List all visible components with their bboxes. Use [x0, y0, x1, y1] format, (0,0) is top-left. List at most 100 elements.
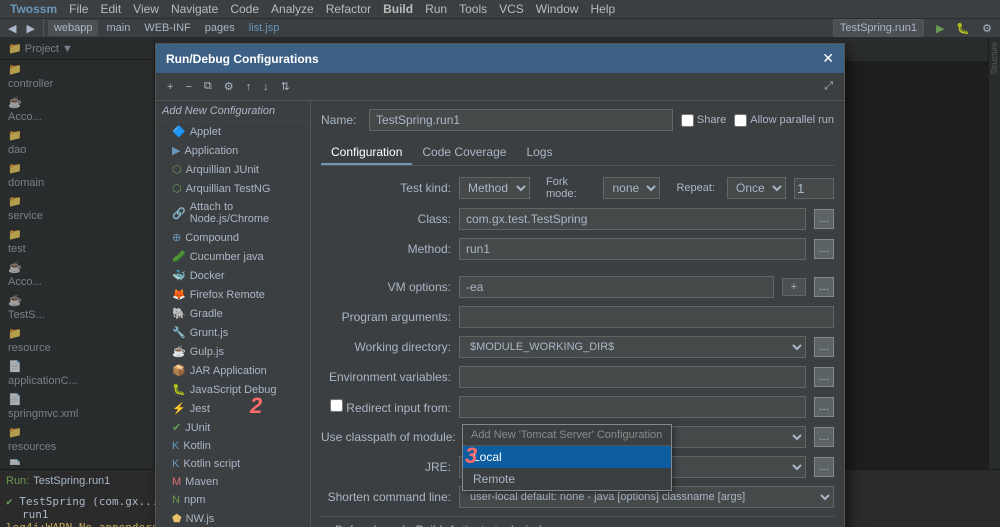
menu-edit[interactable]: Edit: [94, 0, 127, 18]
test-spring-item[interactable]: TestSpring (com.gx...: [19, 495, 158, 508]
config-gruntjs[interactable]: 🔧Grunt.js: [156, 323, 310, 342]
redirect-checkbox[interactable]: [330, 399, 343, 412]
config-junit[interactable]: ✔JUnit: [156, 418, 310, 437]
config-npm[interactable]: Nnpm: [156, 491, 310, 509]
name-input[interactable]: [369, 109, 673, 131]
config-docker[interactable]: 🐳Docker: [156, 266, 310, 285]
menu-help[interactable]: Help: [584, 0, 621, 18]
menu-view[interactable]: View: [127, 0, 165, 18]
add-config-button[interactable]: +: [162, 78, 178, 96]
back-button[interactable]: ◀: [4, 20, 20, 37]
config-cucumber[interactable]: 🥒Cucumber java: [156, 247, 310, 266]
config-attach-node[interactable]: 🔗Attach to Node.js/Chrome: [156, 198, 310, 228]
name-label: Name:: [321, 113, 361, 127]
menu-code[interactable]: Code: [224, 0, 265, 18]
arrow-down-button[interactable]: ↓: [258, 78, 274, 96]
tomcat-remote-option[interactable]: Remote: [463, 468, 671, 490]
arrow-up-button[interactable]: ↑: [241, 78, 257, 96]
fork-mode-select[interactable]: none: [603, 177, 660, 199]
menu-build[interactable]: Build: [377, 0, 419, 18]
menu-refactor[interactable]: Refactor: [320, 0, 377, 18]
modal-overlay: Run/Debug Configurations ✕ + − ⧉ ⚙ ↑ ↓ ⇅…: [0, 38, 1000, 469]
tab-pages[interactable]: pages: [199, 20, 241, 36]
menu-run[interactable]: Run: [419, 0, 453, 18]
class-label: Class:: [321, 212, 451, 226]
class-browse-button[interactable]: …: [814, 209, 834, 229]
classpath-browse[interactable]: …: [814, 427, 834, 447]
tomcat-submenu-header: Add New 'Tomcat Server' Configuration: [463, 425, 671, 446]
shorten-label: Shorten command line:: [321, 490, 451, 504]
config-applet[interactable]: 🔷Applet: [156, 122, 310, 141]
class-row: Class: …: [321, 208, 834, 230]
repeat-label: Repeat:: [676, 182, 715, 194]
debug-button[interactable]: 🐛: [952, 20, 974, 37]
config-js-debug[interactable]: 🐛JavaScript Debug: [156, 380, 310, 399]
config-jar[interactable]: 📦JAR Application: [156, 361, 310, 380]
config-jest[interactable]: ⚡Jest: [156, 399, 310, 418]
parallel-label: Allow parallel run: [734, 114, 834, 127]
remove-config-button[interactable]: −: [180, 78, 196, 96]
config-list: Add New Configuration 🔷Applet ▶Applicati…: [156, 101, 311, 527]
redirect-browse[interactable]: …: [814, 397, 834, 417]
tab-main[interactable]: main: [100, 20, 136, 36]
method-input[interactable]: [459, 238, 806, 260]
config-kotlin[interactable]: KKotlin: [156, 437, 310, 455]
redirect-input[interactable]: [459, 396, 806, 418]
settings-config-button[interactable]: ⚙: [219, 77, 239, 96]
repeat-select[interactable]: Once: [727, 177, 786, 199]
share-checkbox[interactable]: [681, 114, 694, 127]
tab-listjsp[interactable]: list.jsp: [243, 20, 286, 36]
copy-config-button[interactable]: ⧉: [199, 77, 217, 96]
env-vars-browse[interactable]: …: [814, 367, 834, 387]
vm-options-label: VM options:: [321, 280, 451, 294]
tab-webinf[interactable]: WEB-INF: [138, 20, 196, 36]
config-kotlin-script[interactable]: KKotlin script: [156, 455, 310, 473]
class-input[interactable]: [459, 208, 806, 230]
config-arquillian-testng[interactable]: ⬡Arquillian TestNG: [156, 179, 310, 198]
config-list-header: Add New Configuration: [156, 101, 310, 122]
working-dir-browse[interactable]: …: [814, 337, 834, 357]
repeat-count[interactable]: [794, 178, 834, 199]
run-button[interactable]: ▶: [932, 20, 948, 37]
config-arquillian-junit[interactable]: ⬡Arquillian JUnit: [156, 160, 310, 179]
test-kind-select[interactable]: Method: [459, 177, 530, 199]
method-row: Method: …: [321, 238, 834, 260]
tab-logs[interactable]: Logs: [516, 141, 562, 165]
sort-button[interactable]: ⇅: [276, 77, 295, 96]
jre-browse[interactable]: …: [814, 457, 834, 477]
menu-window[interactable]: Window: [530, 0, 585, 18]
fork-mode-label: Fork mode:: [546, 176, 591, 200]
tomcat-local-option[interactable]: Local: [463, 446, 671, 468]
before-launch-header: ▼ Before launch: Build, Activate tool wi…: [321, 523, 834, 527]
tab-configuration[interactable]: Configuration: [321, 141, 412, 165]
config-firefox[interactable]: 🦊Firefox Remote: [156, 285, 310, 304]
working-dir-select[interactable]: $MODULE_WORKING_DIR$: [459, 336, 806, 358]
env-vars-row: Environment variables: …: [321, 366, 834, 388]
tab-code-coverage[interactable]: Code Coverage: [412, 141, 516, 165]
modal-close-button[interactable]: ✕: [822, 50, 834, 67]
menu-tools[interactable]: Tools: [453, 0, 493, 18]
config-gradle[interactable]: 🐘Gradle: [156, 304, 310, 323]
parallel-checkbox[interactable]: [734, 114, 747, 127]
vm-options-expand[interactable]: +: [782, 278, 806, 296]
forward-button[interactable]: ▶: [22, 20, 38, 37]
working-dir-label: Working directory:: [321, 340, 451, 354]
jre-label: JRE:: [321, 460, 451, 474]
program-args-input[interactable]: [459, 306, 834, 328]
expand-button[interactable]: ⤢: [819, 77, 838, 96]
config-nwjs[interactable]: ⬟NW.js: [156, 509, 310, 527]
config-application[interactable]: ▶Application: [156, 141, 310, 160]
method-browse-button[interactable]: …: [814, 239, 834, 259]
vm-options-input[interactable]: [459, 276, 774, 298]
config-compound[interactable]: ⊕Compound: [156, 228, 310, 247]
menu-vcs[interactable]: VCS: [493, 0, 530, 18]
tab-webapp[interactable]: webapp: [48, 20, 99, 36]
menu-navigate[interactable]: Navigate: [165, 0, 224, 18]
menu-file[interactable]: File: [63, 0, 94, 18]
env-vars-input[interactable]: [459, 366, 806, 388]
menu-analyze[interactable]: Analyze: [265, 0, 320, 18]
settings-button[interactable]: ⚙: [978, 20, 996, 37]
config-gulpjs[interactable]: ☕Gulp.js: [156, 342, 310, 361]
vm-options-browse[interactable]: …: [814, 277, 834, 297]
config-maven[interactable]: MMaven: [156, 473, 310, 491]
